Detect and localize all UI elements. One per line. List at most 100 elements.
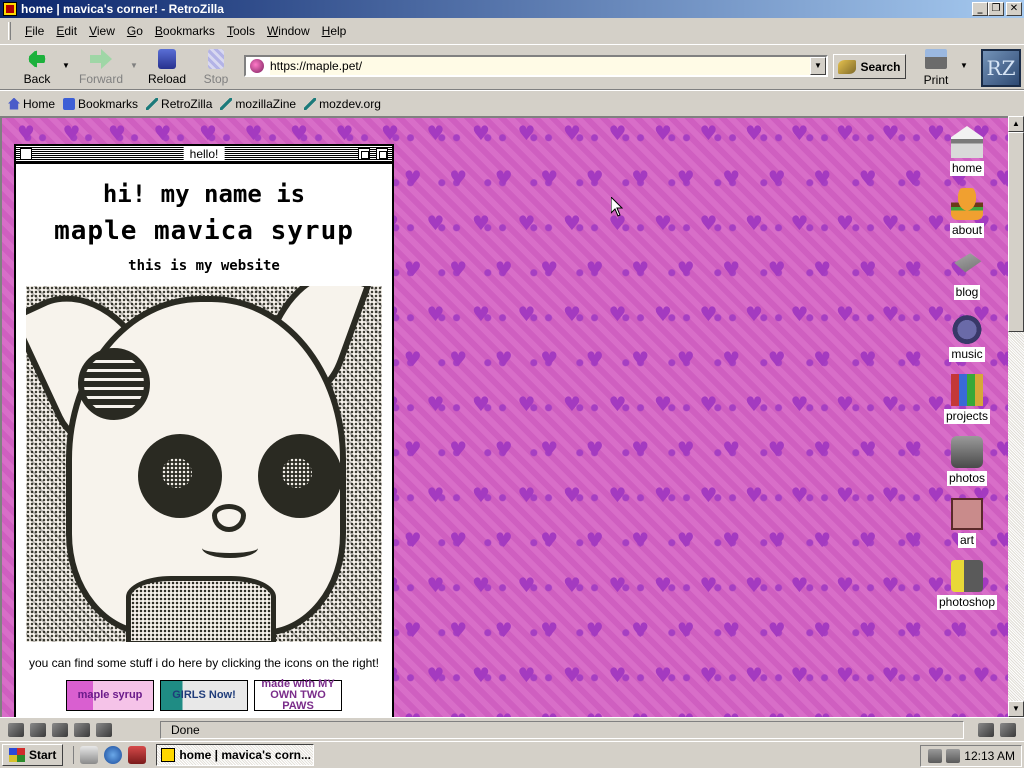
heart-pattern-icon: ♥ — [631, 527, 650, 552]
heart-pattern-icon: ♥ — [881, 392, 900, 417]
nav-icon-photoshop[interactable]: photoshop — [932, 560, 1002, 610]
show-desktop-icon[interactable] — [80, 746, 99, 764]
mail-icon[interactable] — [30, 722, 46, 737]
scroll-thumb[interactable] — [1008, 132, 1024, 332]
menubar-grip[interactable] — [8, 22, 11, 40]
back-history-dropdown[interactable]: ▼ — [62, 61, 70, 70]
heart-pattern-icon: ♥ — [699, 573, 718, 597]
menu-bookmarks[interactable]: Bookmarks — [149, 22, 221, 40]
heart-pattern-icon: ♥ — [767, 618, 786, 643]
composer-icon[interactable] — [52, 722, 68, 737]
heart-pattern-icon: ♥ — [17, 121, 35, 145]
bookmark-retrozilla[interactable]: RetroZilla — [146, 97, 212, 111]
heart-pattern-icon: ♥ — [699, 301, 718, 326]
url-input[interactable]: https://maple.pet/ — [270, 57, 810, 75]
heart-pattern-icon: ♥ — [836, 121, 854, 145]
retrozilla-logo[interactable]: RZ — [981, 49, 1021, 87]
online-status-icon[interactable] — [978, 722, 994, 737]
greeting-heading: hi! my name is — [102, 180, 306, 208]
nav-icon-photos[interactable]: photos — [932, 436, 1002, 486]
bookmark-home[interactable]: Home — [8, 97, 55, 111]
heart-pattern-icon: ♥ — [631, 347, 650, 371]
nav-icon-music[interactable]: music — [932, 312, 1002, 362]
retrozilla-app-icon[interactable] — [3, 2, 17, 16]
heart-pattern-icon: ♥ — [472, 121, 490, 145]
nav-icon-art[interactable]: art — [932, 498, 1002, 548]
taskbar-window-button[interactable]: home | mavica's corn... — [156, 744, 315, 766]
clock[interactable]: 12:13 AM — [964, 749, 1015, 763]
forward-button[interactable]: Forward — [76, 47, 126, 89]
restore-button[interactable]: ❐ — [988, 2, 1004, 16]
girls-now-badge[interactable]: GIRLS Now! — [160, 680, 248, 711]
network-icon[interactable] — [928, 749, 943, 763]
menu-edit[interactable]: Edit — [50, 22, 83, 40]
heart-pattern-icon: ♥ — [426, 663, 445, 688]
heart-pattern-icon: ♥ — [540, 166, 559, 191]
heart-pattern-icon: ♥ — [767, 527, 786, 552]
heart-pattern-icon: ♥ — [585, 527, 604, 552]
menu-go[interactable]: Go — [121, 22, 149, 40]
heart-pattern-icon: ♥ — [654, 573, 672, 597]
menu-window[interactable]: Window — [261, 22, 316, 40]
security-lock-icon[interactable] — [1000, 722, 1016, 737]
window-titlebar[interactable]: home | mavica's corner! - RetroZilla _ ❐… — [0, 0, 1024, 18]
navigator-icon[interactable] — [8, 722, 24, 737]
start-button[interactable]: Start — [2, 744, 64, 766]
internet-explorer-icon[interactable] — [104, 746, 123, 764]
made-with-paws-badge[interactable]: made with MY OWN TWO PAWS — [254, 679, 342, 712]
heart-pattern-icon: ♥ — [426, 392, 445, 417]
print-button[interactable]: Print — [916, 49, 956, 87]
bookmark-bookmarks[interactable]: Bookmarks — [63, 97, 138, 111]
print-dropdown[interactable]: ▼ — [960, 61, 968, 70]
forward-history-dropdown[interactable]: ▼ — [130, 61, 138, 70]
stop-button[interactable]: Stop — [191, 47, 241, 89]
heart-pattern-icon: ♥ — [858, 166, 877, 191]
retrozilla-quicklaunch-icon[interactable] — [128, 746, 147, 764]
volume-icon[interactable] — [946, 749, 961, 763]
menu-file[interactable]: File — [19, 22, 50, 40]
reload-icon — [158, 49, 176, 69]
vertical-scrollbar[interactable]: ▲ ▼ — [1008, 116, 1024, 717]
bookmark-mozdev[interactable]: mozdev.org — [304, 97, 381, 111]
nav-icon-projects[interactable]: projects — [932, 374, 1002, 424]
url-history-dropdown[interactable]: ▼ — [810, 57, 826, 75]
page-viewport[interactable]: ♥ ♥ ♥ ♥ ♥ ♥ ♥ ♥ ♥ ♥ ♥ ♥ ♥ ♥ ♥ ♥ ♥ ♥ ♥ ♥ ♥ ♥ ♥ ♥ ♥ ♥ ♥ ♥ ♥ ♥ ♥ ♥ ♥ ♥ ♥ ♥ ♥ ♥ ♥ ♥… — [0, 116, 1008, 717]
minimize-button[interactable]: _ — [972, 2, 988, 16]
heart-pattern-icon: ♥ — [767, 437, 786, 462]
scroll-down-button[interactable]: ▼ — [1008, 701, 1024, 717]
heart-pattern-icon: ♥ — [517, 301, 536, 326]
menu-view[interactable]: View — [83, 22, 121, 40]
heart-pattern-icon: ♥ — [745, 392, 763, 417]
reload-button[interactable]: Reload — [142, 47, 192, 89]
back-button[interactable]: Back — [12, 47, 62, 89]
maple-syrup-badge[interactable]: maple syrup — [66, 680, 154, 711]
scroll-up-button[interactable]: ▲ — [1008, 116, 1024, 132]
heart-pattern-icon: ♥ — [563, 663, 581, 688]
nav-icon-about[interactable]: about — [932, 188, 1002, 238]
window-zoom-box[interactable] — [358, 148, 370, 160]
nav-icon-home[interactable]: home — [932, 126, 1002, 176]
search-button[interactable]: Search — [833, 54, 906, 79]
tagline: this is my website — [128, 258, 280, 274]
window-close-box[interactable] — [20, 148, 32, 160]
heart-pattern-icon: ♥ — [540, 347, 559, 371]
menu-tools[interactable]: Tools — [221, 22, 261, 40]
irc-chat-icon[interactable] — [96, 722, 112, 737]
heart-pattern-icon: ♥ — [858, 347, 877, 371]
url-bar[interactable]: https://maple.pet/ ▼ — [244, 55, 828, 77]
close-button[interactable]: ✕ — [1006, 2, 1022, 16]
menu-help[interactable]: Help — [316, 22, 353, 40]
heart-pattern-icon: ♥ — [836, 392, 854, 417]
pict-file-icon — [951, 498, 983, 530]
heart-pattern-icon: ♥ — [790, 573, 809, 597]
heart-pattern-icon: ♥ — [403, 166, 422, 191]
hello-window-titlebar[interactable]: hello! — [16, 146, 392, 164]
bookmark-mozillazine[interactable]: mozillaZine — [220, 97, 296, 111]
window-shade-box[interactable] — [376, 148, 388, 160]
heart-pattern-icon: ♥ — [745, 121, 763, 145]
heart-pattern-icon: ♥ — [631, 256, 650, 281]
heart-pattern-icon: ♥ — [62, 121, 81, 145]
nav-icon-blog[interactable]: blog — [932, 250, 1002, 300]
headphones-icon — [951, 312, 983, 344]
address-book-icon[interactable] — [74, 722, 90, 737]
